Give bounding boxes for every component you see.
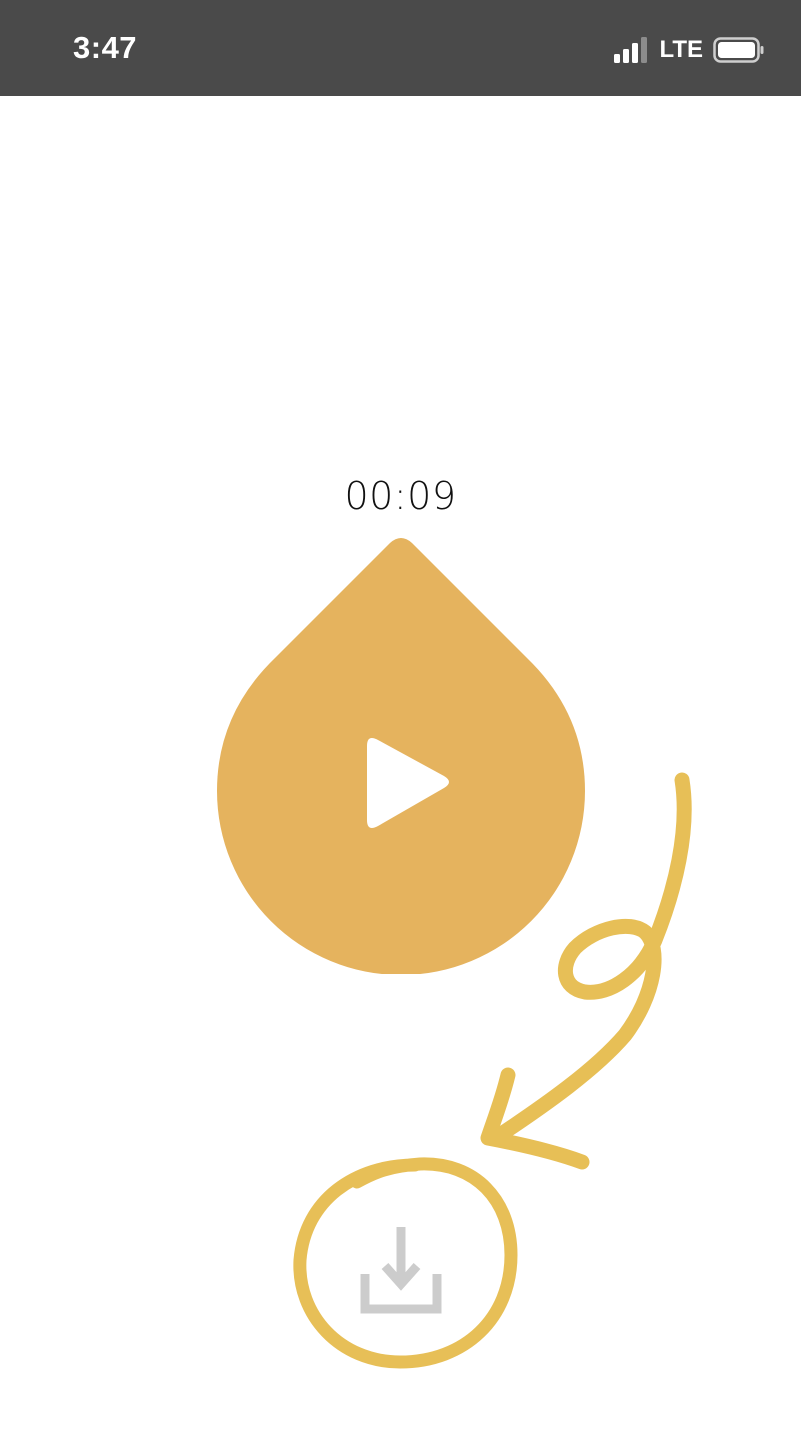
elapsed-time: 00:09 xyxy=(344,474,457,518)
network-type-label: LTE xyxy=(659,36,703,63)
status-indicators: LTE xyxy=(614,36,765,64)
status-time: 3:47 xyxy=(73,30,138,65)
signal-bars-icon xyxy=(614,37,648,63)
hand-drawn-circle xyxy=(293,1157,518,1369)
battery-icon xyxy=(713,37,764,63)
hand-drawn-arrow xyxy=(480,772,692,1170)
status-bar: 3:47 LTE xyxy=(0,0,801,96)
screen: 3:47 LTE 00:09 xyxy=(0,0,801,1440)
